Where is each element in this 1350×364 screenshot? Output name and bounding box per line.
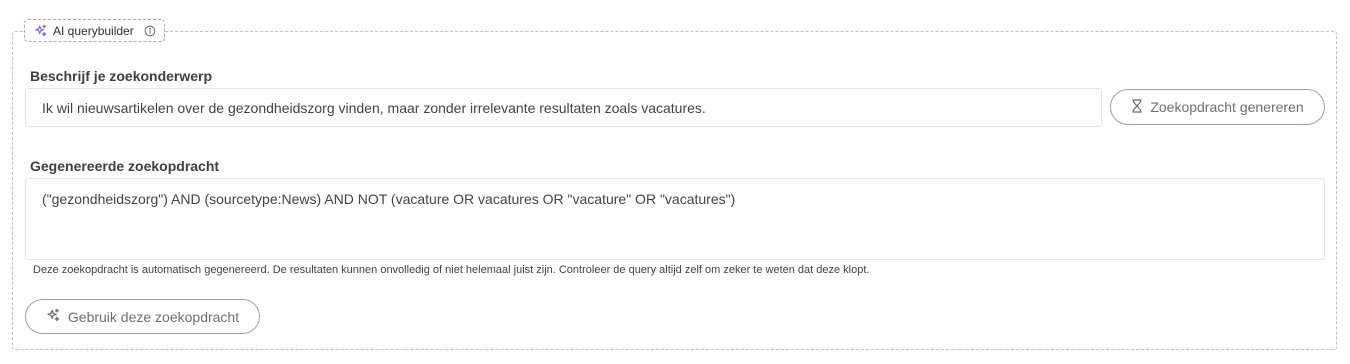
hourglass-icon xyxy=(1131,98,1143,116)
sparkle-icon xyxy=(34,24,47,37)
use-query-button[interactable]: Gebruik deze zoekopdracht xyxy=(25,299,260,334)
use-query-label: Gebruik deze zoekopdracht xyxy=(67,308,240,325)
describe-label: Beschrijf je zoekonderwerp xyxy=(30,68,213,84)
generate-query-button[interactable]: Zoekopdracht genereren xyxy=(1110,89,1325,125)
generate-query-label: Zoekopdracht genereren xyxy=(1150,99,1304,115)
generated-query-textarea[interactable]: ("gezondheidszorg") AND (sourcetype:News… xyxy=(25,178,1325,260)
ai-querybuilder-tag: AI querybuilder xyxy=(24,19,165,42)
info-icon[interactable] xyxy=(144,25,156,37)
subject-input[interactable]: Ik wil nieuwsartikelen over de gezondhei… xyxy=(25,88,1102,127)
generated-query-value: ("gezondheidszorg") AND (sourcetype:News… xyxy=(42,191,736,207)
ai-querybuilder-title: AI querybuilder xyxy=(53,23,134,38)
sparkle-icon xyxy=(46,308,60,325)
subject-input-value: Ik wil nieuwsartikelen over de gezondhei… xyxy=(42,99,706,116)
generated-label: Gegenereerde zoekopdracht xyxy=(30,158,220,174)
disclaimer-text: Deze zoekopdracht is automatisch gegener… xyxy=(33,264,870,276)
